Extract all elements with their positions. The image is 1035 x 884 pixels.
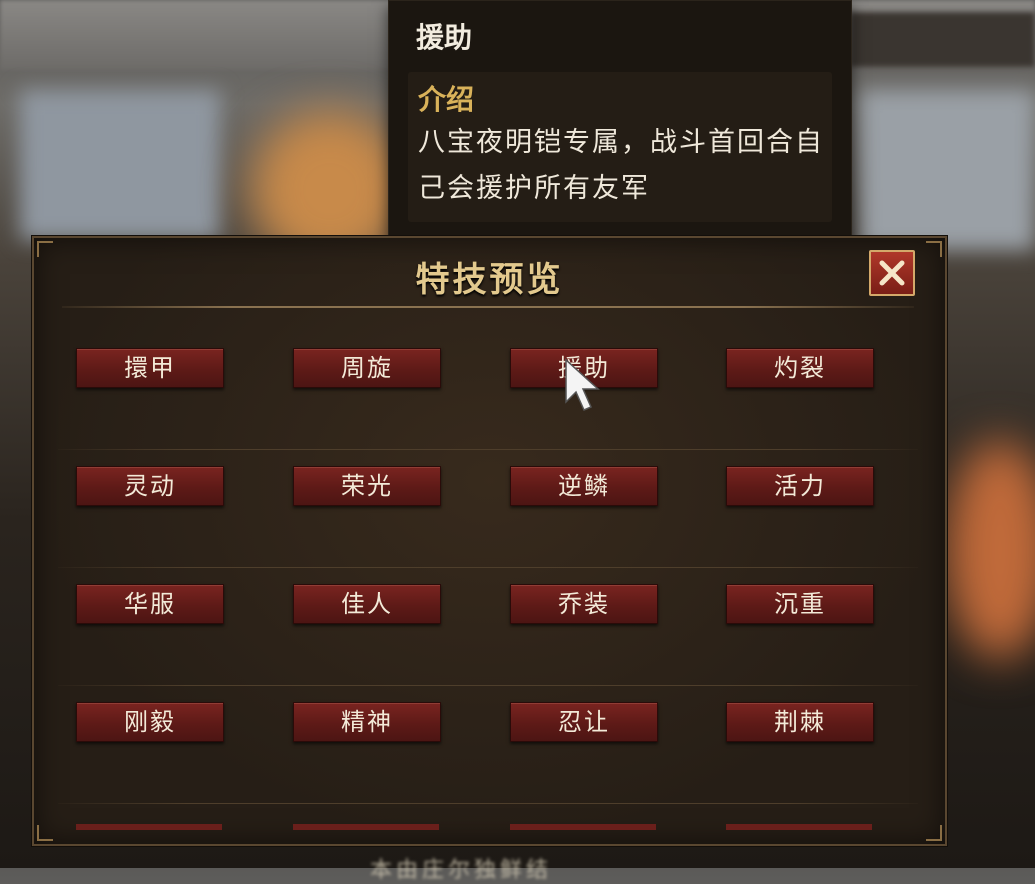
skill-button[interactable]: 华服 <box>76 584 224 624</box>
tooltip-title: 援助 <box>416 21 473 54</box>
skill-button[interactable]: 精神 <box>293 702 441 742</box>
tooltip-description: 八宝夜明铠专属，战斗首回合自己会援护所有友军 <box>418 127 824 204</box>
skill-button-partial[interactable] <box>76 824 222 830</box>
skill-button[interactable]: 佳人 <box>293 584 441 624</box>
background-bottom-text: 本由庄尔独鲜结 <box>370 858 553 883</box>
row-divider <box>58 803 918 804</box>
close-icon <box>879 260 905 286</box>
tooltip-section-label: 介绍 <box>418 83 475 116</box>
background-figure-right <box>945 440 1035 660</box>
background-window-right <box>860 90 1035 250</box>
skill-button[interactable]: 刚毅 <box>76 702 224 742</box>
skill-row: 华服 佳人 乔装 沉重 <box>34 568 945 686</box>
background-window-left <box>20 90 220 240</box>
skill-button[interactable]: 忍让 <box>510 702 658 742</box>
skill-row: 灵动 荣光 逆鳞 活力 <box>34 450 945 568</box>
skill-button[interactable]: 荣光 <box>293 466 441 506</box>
skill-button[interactable]: 活力 <box>726 466 874 506</box>
skill-tooltip: 援助 介绍 八宝夜明铠专属，战斗首回合自己会援护所有友军 <box>388 0 852 240</box>
skill-button[interactable]: 灵动 <box>76 466 224 506</box>
skill-button-partial[interactable] <box>726 824 872 830</box>
skill-button-partial[interactable] <box>510 824 656 830</box>
skill-button[interactable]: 逆鳞 <box>510 466 658 506</box>
skill-button[interactable]: 沉重 <box>726 584 874 624</box>
skill-preview-panel: 特技预览 擐甲 周旋 援助 灼裂 灵动 荣光 逆鳞 活力 华服 佳人 乔装 沉重 <box>32 236 947 846</box>
skill-row: 擐甲 周旋 援助 灼裂 <box>34 332 945 450</box>
pointer-cursor-icon <box>565 358 600 411</box>
skill-button-partial[interactable] <box>293 824 439 830</box>
title-divider <box>62 306 914 308</box>
close-button[interactable] <box>869 250 915 296</box>
panel-title: 特技预览 <box>415 260 564 300</box>
skill-button[interactable]: 擐甲 <box>76 348 224 388</box>
skill-button[interactable]: 周旋 <box>293 348 441 388</box>
skill-row-partial <box>34 824 945 844</box>
tooltip-body: 介绍 八宝夜明铠专属，战斗首回合自己会援护所有友军 <box>408 72 832 222</box>
skill-button[interactable]: 灼裂 <box>726 348 874 388</box>
skill-row: 刚毅 精神 忍让 荆棘 <box>34 686 945 804</box>
skill-grid: 擐甲 周旋 援助 灼裂 灵动 荣光 逆鳞 活力 华服 佳人 乔装 沉重 刚毅 精… <box>34 332 945 804</box>
background-top-right-banner <box>850 12 1035 67</box>
skill-button[interactable]: 荆棘 <box>726 702 874 742</box>
skill-button[interactable]: 乔装 <box>510 584 658 624</box>
